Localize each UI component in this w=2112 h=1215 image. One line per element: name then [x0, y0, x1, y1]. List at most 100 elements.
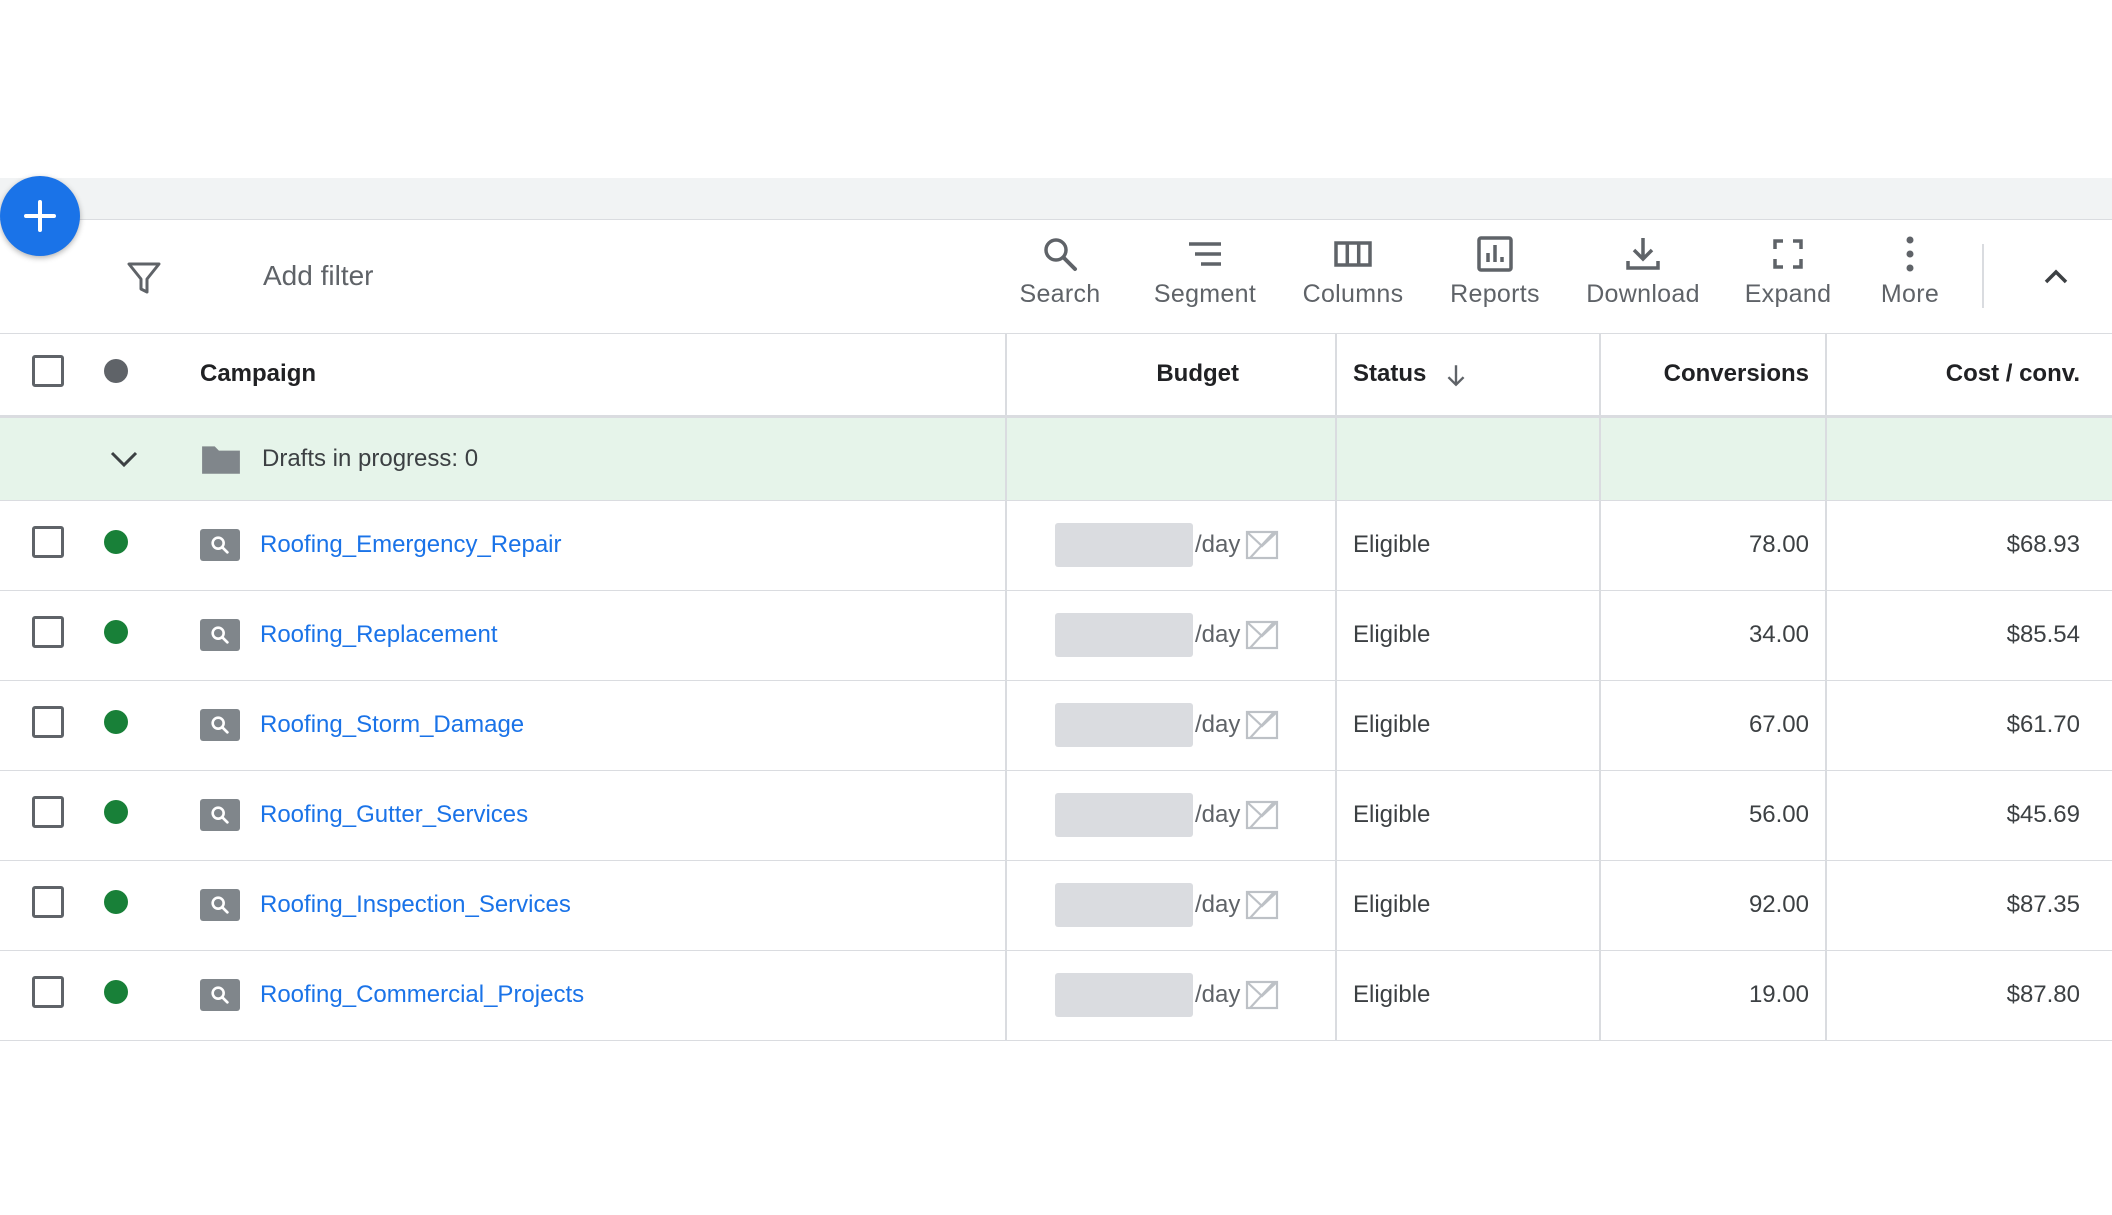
conversions-cell: 78.00 [1600, 500, 1827, 591]
row-checkbox[interactable] [32, 885, 64, 918]
budget-value-field[interactable] [1055, 703, 1193, 747]
table-row: Roofing_Emergency_Repair /day Eligible 7… [0, 500, 2112, 591]
table-header-row: Campaign Budget Status Conversions Cost … [0, 334, 2112, 418]
row-checkbox[interactable] [32, 975, 64, 1008]
folder-icon [202, 445, 240, 474]
status-cell: Eligible [1336, 500, 1601, 591]
filter-icon[interactable] [124, 258, 164, 298]
arrow-down-icon [1447, 365, 1465, 387]
reports-icon [1477, 236, 1513, 272]
search-campaign-icon [200, 619, 240, 651]
budget-unit: /day [1195, 891, 1241, 918]
enabled-status-dot[interactable] [104, 889, 128, 914]
budget-unit: /day [1195, 531, 1241, 558]
cost-per-conv-cell: $61.70 [1826, 680, 2112, 771]
budget-value-field[interactable] [1055, 883, 1193, 927]
budget-value-field[interactable] [1055, 613, 1193, 657]
budget-value-field[interactable] [1055, 793, 1193, 837]
cost-per-conv-cell: $87.35 [1826, 860, 2112, 951]
budget-edit-icon[interactable] [1244, 977, 1280, 1013]
reports-button[interactable]: Reports [1430, 234, 1560, 324]
columns-button[interactable]: Columns [1288, 234, 1418, 324]
toolbar-divider [1982, 244, 1984, 308]
chevron-down-icon[interactable] [104, 439, 144, 479]
chevron-up-icon[interactable] [2036, 256, 2076, 296]
more-button[interactable]: More [1845, 234, 1975, 324]
campaign-name-link[interactable]: Roofing_Inspection_Services [260, 891, 571, 919]
row-checkbox[interactable] [32, 525, 64, 558]
segment-icon [1189, 242, 1221, 266]
enabled-status-dot[interactable] [104, 709, 128, 734]
header-cost-per-conv[interactable]: Cost / conv. [1826, 334, 2112, 418]
cost-per-conv-cell: $45.69 [1826, 770, 2112, 861]
header-budget[interactable]: Budget [1006, 334, 1337, 418]
search-button[interactable]: Search [995, 234, 1125, 324]
search-campaign-icon [200, 979, 240, 1011]
budget-edit-icon[interactable] [1244, 797, 1280, 833]
expand-icon [1773, 239, 1803, 269]
campaign-name-link[interactable]: Roofing_Gutter_Services [260, 801, 528, 829]
enabled-status-dot[interactable] [104, 529, 128, 554]
select-all-checkbox[interactable] [32, 354, 64, 387]
enabled-status-dot[interactable] [104, 979, 128, 1004]
search-campaign-icon [200, 529, 240, 561]
drafts-row: Drafts in progress: 0 [0, 416, 2112, 501]
conversions-cell: 67.00 [1600, 680, 1827, 771]
status-cell: Eligible [1336, 680, 1601, 771]
download-button[interactable]: Download [1578, 234, 1708, 324]
status-cell: Eligible [1336, 770, 1601, 861]
add-filter-button[interactable]: Add filter [263, 260, 374, 292]
status-cell: Eligible [1336, 590, 1601, 681]
budget-unit: /day [1195, 621, 1241, 648]
header-campaign-label: Campaign [200, 360, 317, 388]
header-status-label: Status [1353, 360, 1427, 388]
budget-value-field[interactable] [1055, 973, 1193, 1017]
more-label: More [1880, 280, 1940, 308]
budget-edit-icon[interactable] [1244, 527, 1280, 563]
row-checkbox[interactable] [32, 795, 64, 828]
header-budget-label: Budget [1156, 360, 1239, 388]
enabled-status-dot[interactable] [104, 619, 128, 644]
budget-edit-icon[interactable] [1244, 707, 1280, 743]
search-campaign-icon [200, 799, 240, 831]
conversions-cell: 34.00 [1600, 590, 1827, 681]
budget-unit: /day [1195, 981, 1241, 1008]
budget-edit-icon[interactable] [1244, 617, 1280, 653]
status-dot-header [104, 358, 128, 383]
budget-edit-icon[interactable] [1244, 887, 1280, 923]
drafts-label: Drafts in progress: 0 [262, 444, 479, 472]
header-status[interactable]: Status [1336, 334, 1601, 418]
search-campaign-icon [200, 709, 240, 741]
download-icon [1626, 238, 1660, 270]
campaigns-table: Campaign Budget Status Conversions Cost … [0, 334, 2112, 1041]
status-cell: Eligible [1336, 860, 1601, 951]
columns-icon [1334, 241, 1372, 267]
row-checkbox[interactable] [32, 705, 64, 738]
search-campaign-icon [200, 889, 240, 921]
header-cost-per-conv-label: Cost / conv. [1945, 360, 2080, 388]
cost-per-conv-cell: $87.80 [1826, 950, 2112, 1041]
budget-unit: /day [1195, 711, 1241, 738]
status-cell: Eligible [1336, 950, 1601, 1041]
campaign-name-link[interactable]: Roofing_Replacement [260, 621, 497, 649]
header-conversions-label: Conversions [1663, 360, 1809, 388]
conversions-cell: 92.00 [1600, 860, 1827, 951]
cost-per-conv-cell: $85.54 [1826, 590, 2112, 681]
cost-per-conv-cell: $68.93 [1826, 500, 2112, 591]
header-campaign[interactable]: Campaign [184, 334, 1007, 418]
campaign-name-link[interactable]: Roofing_Emergency_Repair [260, 531, 562, 559]
expand-button[interactable]: Expand [1723, 234, 1853, 324]
budget-unit: /day [1195, 801, 1241, 828]
budget-value-field[interactable] [1055, 523, 1193, 567]
campaign-name-link[interactable]: Roofing_Storm_Damage [260, 711, 524, 739]
search-label: Search [1019, 280, 1101, 308]
enabled-status-dot[interactable] [104, 799, 128, 824]
download-label: Download [1586, 280, 1700, 308]
table-row: Roofing_Inspection_Services /day Eligibl… [0, 860, 2112, 951]
conversions-cell: 19.00 [1600, 950, 1827, 1041]
conversions-cell: 56.00 [1600, 770, 1827, 861]
header-conversions[interactable]: Conversions [1600, 334, 1827, 418]
segment-button[interactable]: Segment [1140, 234, 1270, 324]
campaign-name-link[interactable]: Roofing_Commercial_Projects [260, 981, 584, 1009]
row-checkbox[interactable] [32, 615, 64, 648]
